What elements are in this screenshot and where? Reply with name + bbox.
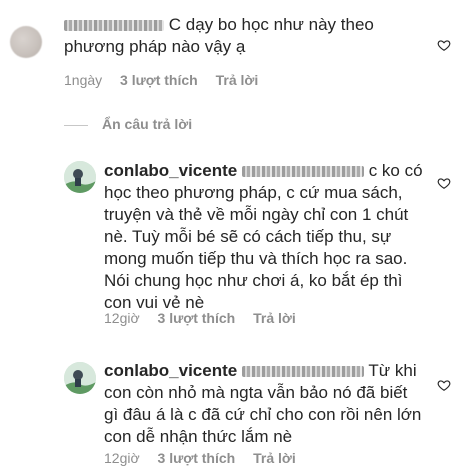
comment-text-block: C dạy bo học như này theo phương pháp nà…: [64, 14, 424, 58]
avatar[interactable]: [10, 26, 42, 58]
redacted-mention: [241, 166, 364, 178]
reply-button[interactable]: Trả lời: [253, 310, 296, 326]
username[interactable]: conlabo_vicente: [104, 361, 237, 380]
comment-text-block: conlabo_vicente Từ khi con còn nhỏ mà ng…: [104, 360, 426, 448]
redacted-username: [64, 20, 164, 32]
comment-meta: 12giờ 3 lượt thích Trả lời: [104, 310, 296, 326]
heart-icon[interactable]: [437, 378, 451, 392]
avatar-photo-icon: [64, 362, 96, 394]
divider: [64, 124, 88, 126]
heart-icon[interactable]: [437, 38, 451, 52]
comment-text: c ko có học theo phương pháp, c cứ mua s…: [104, 161, 423, 312]
comment-time: 12giờ: [104, 310, 140, 326]
comment-text-block: conlabo_vicente c ko có học theo phương …: [104, 160, 426, 314]
hide-replies-label[interactable]: Ẩn câu trả lời: [102, 116, 192, 132]
avatar[interactable]: [64, 362, 96, 394]
likes-count[interactable]: 3 lượt thích: [158, 310, 236, 326]
likes-count[interactable]: 3 lượt thích: [120, 72, 198, 88]
comment-time: 1ngày: [64, 72, 103, 88]
avatar[interactable]: [64, 161, 96, 193]
heart-icon[interactable]: [437, 176, 451, 190]
username[interactable]: conlabo_vicente: [104, 161, 237, 180]
hide-replies-toggle[interactable]: Ẩn câu trả lời: [64, 116, 192, 136]
avatar-photo-icon: [64, 161, 96, 193]
comment-meta: 1ngày 3 lượt thích Trả lời: [64, 72, 258, 88]
redacted-mention: [241, 366, 364, 378]
reply-button[interactable]: Trả lời: [216, 72, 259, 88]
